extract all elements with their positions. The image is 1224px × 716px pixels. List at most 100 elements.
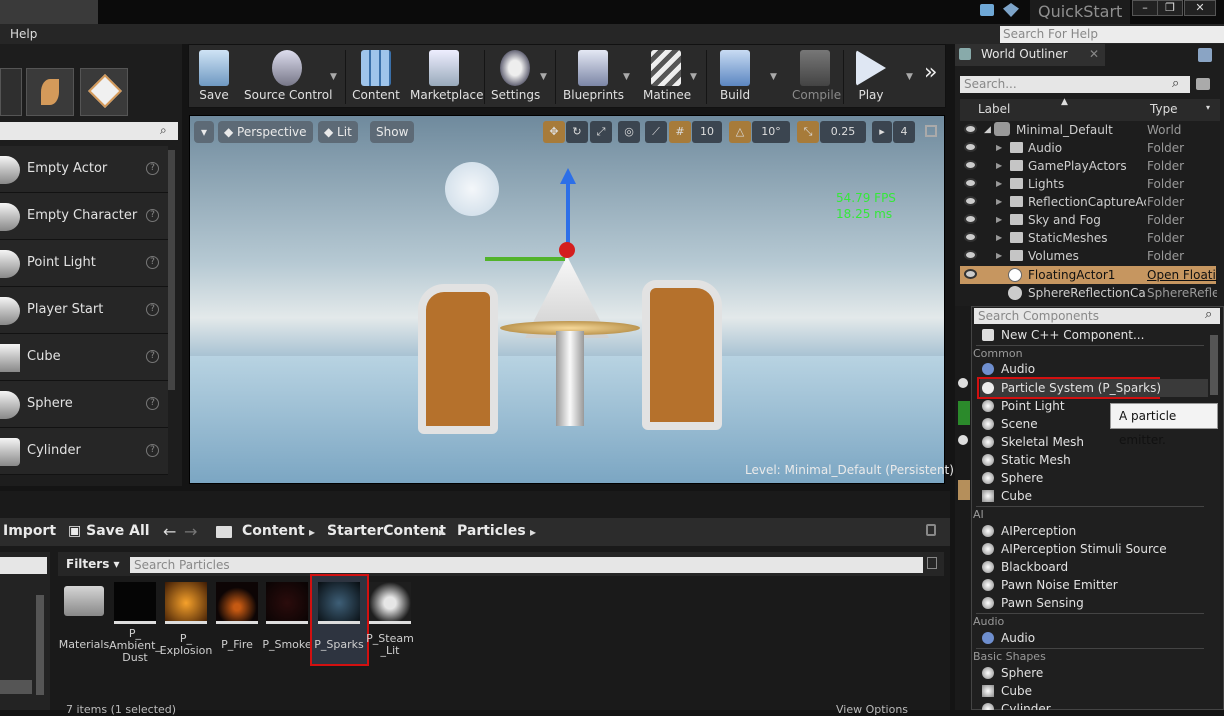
visibility-icon[interactable] (964, 178, 977, 188)
translate-mode-icon[interactable]: ✥ (543, 121, 565, 143)
place-item-player-start[interactable]: Player Start? (0, 287, 168, 334)
expand-arrow-icon[interactable]: ▶ (996, 157, 1002, 175)
help-search-input[interactable]: Search For Help (1000, 26, 1224, 43)
visibility-icon[interactable] (964, 196, 977, 206)
component-aiperception-stimuli[interactable]: AIPerception Stimuli Source (980, 540, 1210, 558)
camera-speed-value[interactable]: 4 (893, 121, 915, 143)
close-tab-icon[interactable]: ✕ (1089, 47, 1099, 61)
component-pawn-noise-emitter[interactable]: Pawn Noise Emitter (980, 576, 1210, 594)
source-control-dropdown[interactable]: ▼ (330, 72, 337, 82)
new-cpp-component[interactable]: New C++ Component... (980, 326, 1210, 344)
source-control-button[interactable]: Source Control (244, 50, 332, 106)
blueprints-button[interactable]: Blueprints (563, 50, 624, 106)
component-particle-system[interactable]: Particle System (P_Sparks) (980, 379, 1208, 397)
grid-snap-value[interactable]: 10 (692, 121, 722, 143)
help-icon[interactable]: ? (146, 256, 159, 269)
outliner-row-folder[interactable]: ▶ StaticMeshes Folder (960, 229, 1216, 247)
scale-snap-value[interactable]: 0.25 (820, 121, 866, 143)
chat-icon[interactable] (980, 4, 994, 16)
asset-thumbnail-sparks[interactable] (318, 582, 360, 624)
help-icon[interactable]: ? (146, 303, 159, 316)
asset-thumbnail-smoke[interactable] (266, 582, 308, 624)
place-search-input[interactable] (0, 122, 178, 140)
outliner-row-world[interactable]: ◢ Minimal_Default World (960, 121, 1216, 139)
play-button[interactable]: Play (850, 50, 892, 106)
editor-tab[interactable] (0, 0, 98, 26)
visibility-icon[interactable] (964, 269, 977, 279)
grid-snap-icon[interactable]: # (669, 121, 691, 143)
expand-arrow-icon[interactable]: ▶ (996, 139, 1002, 157)
visibility-icon[interactable] (964, 124, 977, 134)
place-item-sphere[interactable]: Sphere? (0, 381, 168, 428)
breadcrumb-arrow[interactable]: ▸ (439, 525, 445, 539)
help-icon[interactable]: ? (146, 397, 159, 410)
place-item-cube[interactable]: Cube? (0, 334, 168, 381)
breadcrumb-arrow[interactable]: ▸ (309, 525, 315, 539)
column-type[interactable]: Type (1150, 102, 1178, 116)
asset-thumbnail-ambient-dust[interactable] (114, 582, 156, 624)
forward-icon[interactable]: → (184, 522, 197, 541)
place-item-empty-character[interactable]: Empty Character? (0, 193, 168, 240)
help-icon[interactable]: ? (146, 162, 159, 175)
component-sphere[interactable]: Sphere (980, 469, 1210, 487)
expand-arrow-icon[interactable]: ▶ (996, 211, 1002, 229)
breadcrumb-startercontent[interactable]: StarterContent (327, 523, 446, 539)
component-pawn-sensing[interactable]: Pawn Sensing (980, 594, 1210, 612)
place-item-cylinder[interactable]: Cylinder? (0, 428, 168, 475)
outliner-options-icon[interactable] (1198, 48, 1212, 62)
marketplace-button[interactable]: Marketplace (410, 50, 484, 106)
components-scrollbar[interactable] (1210, 335, 1218, 395)
outliner-row-folder[interactable]: ▶ GamePlayActors Folder (960, 157, 1216, 175)
column-options-icon[interactable]: ▾ (1206, 103, 1210, 112)
minimize-button[interactable]: – (1132, 0, 1158, 16)
play-dropdown[interactable]: ▼ (906, 72, 913, 82)
component-audio-2[interactable]: Audio (980, 629, 1210, 647)
visibility-icon[interactable] (964, 250, 977, 260)
component-static-mesh[interactable]: Static Mesh (980, 451, 1210, 469)
add-component-icon[interactable] (958, 401, 970, 425)
breadcrumb-particles[interactable]: Particles (457, 523, 526, 539)
maximize-button[interactable]: ❐ (1157, 0, 1183, 16)
lightbulb-mode-icon[interactable] (0, 68, 22, 116)
place-item-empty-actor[interactable]: Empty Actor? (0, 146, 168, 193)
component-tree-item[interactable] (958, 480, 970, 500)
breadcrumb-content[interactable]: Content (242, 523, 305, 539)
component-basic-sphere[interactable]: Sphere (980, 664, 1210, 682)
close-button[interactable]: ✕ (1184, 0, 1216, 16)
gizmo-x-handle[interactable] (559, 242, 575, 258)
asset-thumbnail-fire[interactable] (216, 582, 258, 624)
sources-scrollbar[interactable] (36, 595, 44, 695)
component-basic-cube[interactable]: Cube (980, 682, 1210, 700)
asset-thumbnail-explosion[interactable] (165, 582, 207, 624)
sources-hscrollbar[interactable] (0, 680, 32, 694)
settings-dropdown[interactable]: ▼ (540, 72, 547, 82)
outliner-row-folder[interactable]: ▶ReflectionCaptureActoFolder (960, 193, 1216, 211)
build-dropdown[interactable]: ▼ (770, 72, 777, 82)
visibility-icon[interactable] (964, 214, 977, 224)
viewport-options-button[interactable]: ▾ (194, 121, 214, 143)
compile-button[interactable]: Compile (792, 50, 841, 106)
component-skeletal-mesh[interactable]: Skeletal Mesh (980, 433, 1210, 451)
expand-arrow-icon[interactable]: ▶ (996, 175, 1002, 193)
build-button[interactable]: Build (717, 50, 753, 106)
matinee-button[interactable]: Matinee (643, 50, 691, 106)
outliner-row-selected[interactable]: FloatingActor1 Open Floatin (960, 266, 1217, 284)
lock-icon[interactable] (926, 524, 936, 536)
scale-snap-icon[interactable]: ⤡ (797, 121, 819, 143)
scale-mode-icon[interactable]: ⤢ (590, 121, 612, 143)
open-floating-link[interactable]: Open Floatin (1147, 266, 1217, 284)
component-cube[interactable]: Cube (980, 487, 1210, 505)
help-icon[interactable]: ? (146, 350, 159, 363)
rotate-mode-icon[interactable]: ↻ (566, 121, 588, 143)
asset-thumbnail-steam-lit[interactable] (369, 582, 411, 624)
particles-search-input[interactable]: Search Particles (130, 557, 923, 573)
foliage-mode-icon[interactable] (26, 68, 74, 116)
help-icon[interactable]: ? (146, 209, 159, 222)
camera-speed-icon[interactable]: ▸ (872, 121, 892, 143)
rotation-snap-icon[interactable]: △ (729, 121, 751, 143)
components-search-input[interactable]: Search Components (974, 308, 1220, 324)
component-audio[interactable]: Audio (980, 360, 1210, 378)
outliner-row-folder[interactable]: ▶ Sky and Fog Folder (960, 211, 1216, 229)
visibility-icon[interactable] (964, 142, 977, 152)
folder-icon[interactable] (64, 586, 104, 616)
